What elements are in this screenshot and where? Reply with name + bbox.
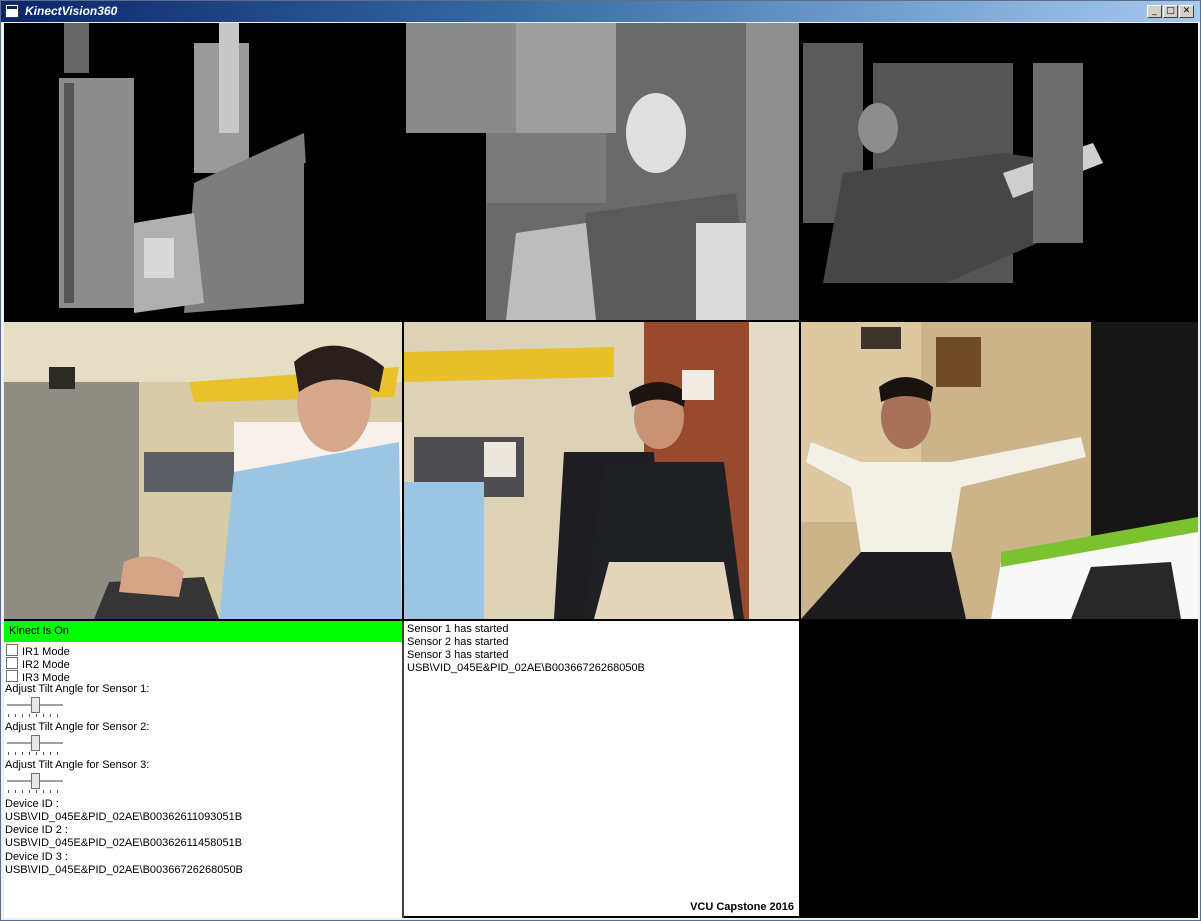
tilt-label-sensor-2: Adjust Tilt Angle for Sensor 2: bbox=[5, 721, 150, 733]
maximize-button[interactable]: □ bbox=[1163, 5, 1178, 18]
slider-thumb[interactable] bbox=[30, 697, 40, 713]
tilt-slider-sensor-2[interactable] bbox=[5, 735, 67, 757]
log-line: Sensor 3 has started bbox=[407, 649, 509, 661]
device-id-1-label: Device ID : bbox=[5, 798, 59, 810]
tilt-slider-sensor-3[interactable] bbox=[5, 773, 67, 795]
app-icon bbox=[5, 4, 19, 18]
tilt-label-sensor-3: Adjust Tilt Angle for Sensor 3: bbox=[5, 759, 150, 771]
empty-panel bbox=[801, 621, 1198, 918]
color-feed-sensor-2 bbox=[404, 322, 799, 619]
device-id-3-value: USB\VID_045E&PID_02AE\B00366726268050B bbox=[5, 864, 243, 876]
ir3-mode-checkbox[interactable]: IR3 Mode bbox=[6, 670, 70, 684]
log-panel: Sensor 1 has started Sensor 2 has starte… bbox=[404, 621, 799, 916]
credit-label: VCU Capstone 2016 bbox=[690, 901, 794, 913]
slider-ticks bbox=[8, 790, 64, 793]
status-bar: Kinect Is On bbox=[4, 621, 402, 642]
slider-ticks bbox=[8, 752, 64, 755]
title-bar[interactable]: KinectVision360 _ □ ✕ bbox=[1, 1, 1200, 22]
slider-thumb[interactable] bbox=[30, 735, 40, 751]
control-panel: Kinect Is On IR1 Mode IR2 Mode IR3 Mode … bbox=[4, 621, 402, 918]
tilt-label-sensor-1: Adjust Tilt Angle for Sensor 1: bbox=[5, 683, 150, 695]
log-line: USB\VID_045E&PID_02AE\B00366726268050B bbox=[407, 662, 645, 674]
depth-feed-sensor-2 bbox=[406, 23, 799, 320]
ir1-mode-checkbox[interactable]: IR1 Mode bbox=[6, 644, 70, 658]
slider-thumb[interactable] bbox=[30, 773, 40, 789]
app-window: KinectVision360 _ □ ✕ Kinect Is On IR1 M… bbox=[0, 0, 1201, 921]
depth-feed-sensor-3 bbox=[803, 23, 1198, 320]
log-line: Sensor 2 has started bbox=[407, 636, 509, 648]
window-title: KinectVision360 bbox=[25, 4, 118, 18]
client-area: Kinect Is On IR1 Mode IR2 Mode IR3 Mode … bbox=[4, 23, 1198, 918]
color-feed-sensor-3 bbox=[801, 322, 1198, 619]
device-id-1-value: USB\VID_045E&PID_02AE\B00362611093051B bbox=[5, 811, 243, 823]
slider-ticks bbox=[8, 714, 64, 717]
checkbox-box[interactable] bbox=[6, 657, 18, 669]
device-id-2-label: Device ID 2 : bbox=[5, 824, 68, 836]
depth-feed-sensor-1 bbox=[4, 23, 402, 320]
device-id-3-label: Device ID 3 : bbox=[5, 851, 68, 863]
ir2-mode-checkbox[interactable]: IR2 Mode bbox=[6, 657, 70, 671]
log-line: Sensor 1 has started bbox=[407, 623, 509, 635]
checkbox-box[interactable] bbox=[6, 670, 18, 682]
minimize-button[interactable]: _ bbox=[1147, 5, 1162, 18]
device-id-2-value: USB\VID_045E&PID_02AE\B00362611458051B bbox=[5, 837, 243, 849]
color-feed-sensor-1 bbox=[4, 322, 402, 619]
tilt-slider-sensor-1[interactable] bbox=[5, 697, 67, 719]
close-button[interactable]: ✕ bbox=[1179, 5, 1194, 18]
checkbox-box[interactable] bbox=[6, 644, 18, 656]
